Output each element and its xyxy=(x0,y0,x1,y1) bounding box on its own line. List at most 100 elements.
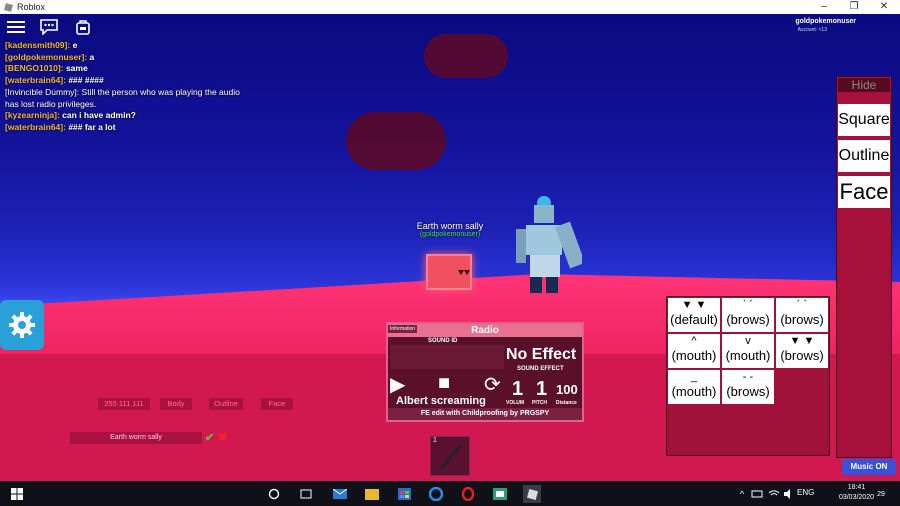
chat-line: [goldpokemonuser]: a xyxy=(5,52,255,64)
face-option[interactable]: ▼ ▼ (default) xyxy=(668,298,720,332)
roblox-app-icon xyxy=(4,2,13,12)
volume-icon[interactable] xyxy=(780,485,798,503)
windows-start-icon[interactable] xyxy=(8,485,26,503)
face-label: (brows) xyxy=(780,348,824,363)
face-label: (mouth) xyxy=(725,348,771,363)
cloud xyxy=(424,34,508,78)
face-label: (brows) xyxy=(726,312,770,327)
face-glyph: ´ ` xyxy=(796,299,808,311)
face-option[interactable]: ^ (mouth) xyxy=(668,334,720,368)
chat-system-line: [Invincible Dummy]: Still the person who… xyxy=(5,87,255,110)
cancel-icon[interactable]: ✖ xyxy=(218,431,227,444)
music-toggle-button[interactable]: Music ON xyxy=(842,459,896,475)
song-name: Albert screaming xyxy=(396,395,486,407)
face-option[interactable]: _ (mouth) xyxy=(668,370,720,404)
hide-button[interactable]: Hide xyxy=(838,78,890,92)
volume-label: VOLUM xyxy=(506,400,525,406)
search-icon[interactable] xyxy=(265,485,283,503)
chat-sender[interactable]: [waterbrain64]: xyxy=(5,122,66,132)
cube-face-icon xyxy=(458,270,470,275)
face-option[interactable]: v (mouth) xyxy=(722,334,774,368)
minimize-button[interactable]: – xyxy=(810,0,838,14)
backpack-icon[interactable] xyxy=(72,17,94,37)
chat-line: [kyzearninja]: can i have admin? xyxy=(5,110,255,122)
face-option[interactable]: - - (brows) xyxy=(722,370,774,404)
windows-taskbar: ^ ENG 18:41 03/03/2020 29 xyxy=(0,481,900,506)
play-button[interactable]: ▶ xyxy=(390,372,405,397)
gear-icon xyxy=(9,312,35,338)
face-glyph: ` ´ xyxy=(742,299,754,311)
notifications-badge[interactable]: 29 xyxy=(872,485,890,503)
chat-sender: [Invincible Dummy]: xyxy=(5,86,80,97)
network-icon[interactable] xyxy=(748,485,766,503)
information-button[interactable]: Information xyxy=(388,325,418,333)
hotbar-slot[interactable]: 1 xyxy=(430,436,470,476)
cloud xyxy=(346,112,446,170)
nametag-username: (goldpokemonuser) xyxy=(419,231,481,238)
chat-message: ### far a lot xyxy=(68,121,116,132)
stop-button[interactable]: ■ xyxy=(438,372,450,395)
sound-id-input[interactable] xyxy=(390,345,504,369)
face-option[interactable]: ´ ` (brows) xyxy=(776,298,828,332)
sound-effect-label: SOUND EFFECT xyxy=(517,366,564,372)
clock-date: 03/03/2020 xyxy=(838,494,874,501)
face-button[interactable]: Face xyxy=(838,176,890,208)
pitch-label: PITCH xyxy=(532,400,547,406)
menu-icon[interactable] xyxy=(5,17,27,37)
face-label: (brows) xyxy=(780,312,824,327)
sound-effect-value[interactable]: No Effect xyxy=(506,346,576,364)
chat-line: [kadensmith09]: e xyxy=(5,40,255,52)
face-glyph: v xyxy=(745,335,751,347)
player-cube[interactable] xyxy=(426,254,472,290)
face-label: (mouth) xyxy=(671,384,717,399)
radio-title: Radio xyxy=(388,324,582,337)
language-indicator[interactable]: ENG xyxy=(797,488,814,497)
nametag-display-name: Earth worm sally xyxy=(416,221,484,231)
clock-time: 18:41 xyxy=(847,484,866,491)
face-option[interactable]: ▼ ▼ (brows) xyxy=(776,334,828,368)
display-name-input[interactable]: Earth worm sally xyxy=(70,432,202,444)
file-explorer-icon[interactable] xyxy=(363,485,381,503)
radio-panel: Radio Information SOUND ID No Effect SOU… xyxy=(386,322,584,422)
face-label: (default) xyxy=(670,312,718,327)
chat-icon[interactable] xyxy=(38,17,60,37)
chat-sender[interactable]: [kadensmith09]: xyxy=(5,40,70,50)
body-color-button[interactable]: Body xyxy=(160,398,192,410)
settings-button[interactable] xyxy=(0,300,44,350)
close-button[interactable]: ✕ xyxy=(870,0,898,14)
chat-message: a xyxy=(89,51,95,62)
roblox-taskbar-icon[interactable] xyxy=(523,485,541,503)
confirm-icon[interactable]: ✔ xyxy=(205,431,214,444)
face-label: (mouth) xyxy=(671,348,717,363)
face-option[interactable]: ` ´ (brows) xyxy=(722,298,774,332)
task-view-icon[interactable] xyxy=(297,485,315,503)
volume-value[interactable]: 1 xyxy=(512,378,523,401)
store-icon[interactable] xyxy=(395,485,413,503)
opera-icon[interactable] xyxy=(459,485,477,503)
square-button[interactable]: Square xyxy=(838,104,890,136)
chat-sender[interactable]: [waterbrain64]: xyxy=(5,75,66,85)
outline-color-button[interactable]: Outline xyxy=(209,398,243,410)
distance-label: Distance xyxy=(556,400,577,406)
chat-line: [waterbrain64]: ### #### xyxy=(5,75,255,87)
window-titlebar: Roblox – ❐ ✕ xyxy=(0,0,900,14)
chat-sender[interactable]: [kyzearninja]: xyxy=(5,110,60,120)
maximize-button[interactable]: ❐ xyxy=(840,0,868,14)
app-icon[interactable] xyxy=(491,485,509,503)
chat-message: can i have admin? xyxy=(62,110,136,121)
chat-sender[interactable]: [goldpokemonuser]: xyxy=(5,52,87,62)
pitch-value[interactable]: 1 xyxy=(536,378,547,401)
face-color-button[interactable]: Face xyxy=(261,398,293,410)
outline-button[interactable]: Outline xyxy=(838,140,890,172)
system-clock[interactable]: 18:41 03/03/2020 xyxy=(839,483,874,503)
chat-line: [waterbrain64]: ### far a lot xyxy=(5,122,255,134)
face-glyph: ^ xyxy=(691,335,697,347)
rgb-input[interactable]: 255 111 111 xyxy=(98,398,150,410)
distance-value[interactable]: 100 xyxy=(556,382,578,397)
chat-sender[interactable]: [BENGO1010]: xyxy=(5,63,64,73)
robot-avatar[interactable] xyxy=(512,195,582,300)
chat-message: ### #### xyxy=(68,75,104,86)
loop-button[interactable]: ⟳ xyxy=(484,372,501,397)
mail-icon[interactable] xyxy=(331,485,349,503)
edge-icon[interactable] xyxy=(427,485,445,503)
